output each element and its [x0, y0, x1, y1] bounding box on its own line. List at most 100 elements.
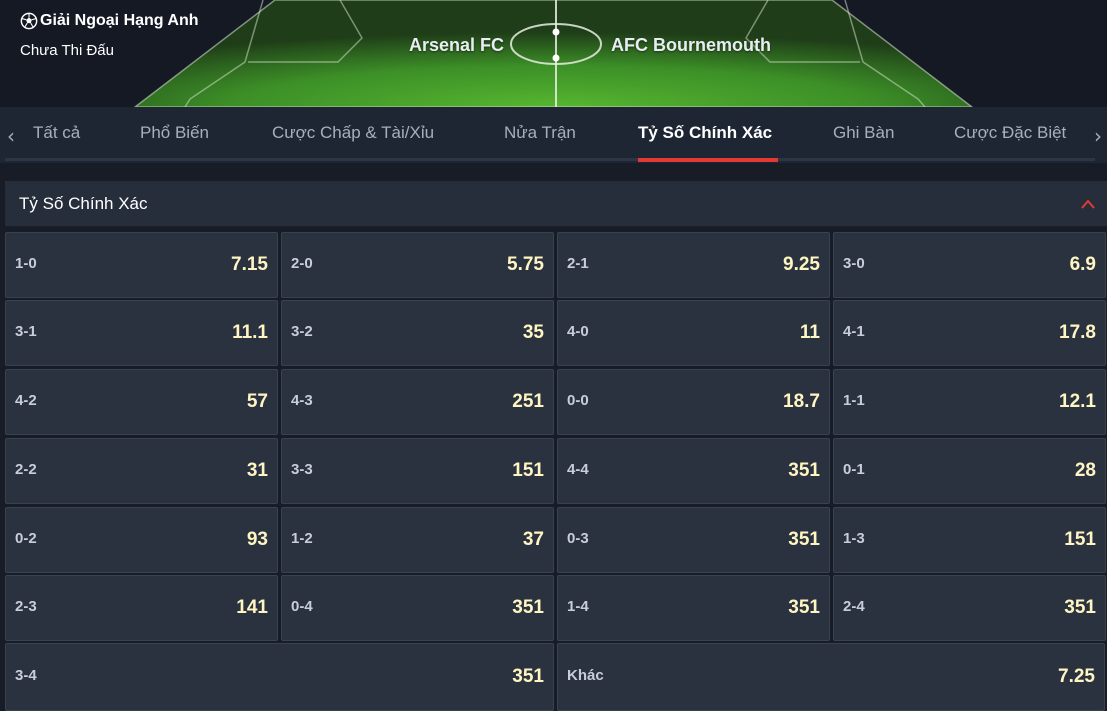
section-title: Tỷ Số Chính Xác: [19, 194, 148, 213]
tab-half-time[interactable]: Nửa Trận: [504, 123, 576, 143]
odds-cell[interactable]: 3-3 151: [281, 438, 554, 504]
score-label: 4-3: [291, 391, 313, 409]
odds-cell[interactable]: 1-4 351: [557, 575, 830, 641]
odds-cell[interactable]: 0-4 351: [281, 575, 554, 641]
odds-price: 93: [246, 529, 268, 550]
score-label: 0-4: [291, 597, 313, 615]
tab-correct-score[interactable]: Tỷ Số Chính Xác: [638, 123, 772, 143]
odds-cell[interactable]: 4-2 57: [5, 369, 278, 435]
odds-cell[interactable]: 3-1 11.1: [5, 300, 278, 366]
chevron-up-icon[interactable]: [1081, 199, 1095, 209]
odds-price: 6.9: [1069, 254, 1096, 275]
league-title: Giải Ngoại Hạng Anh: [20, 12, 199, 30]
odds-cell[interactable]: 0-3 351: [557, 507, 830, 573]
odds-price: 151: [512, 460, 544, 481]
tab-all[interactable]: Tất cả: [33, 123, 80, 143]
odds-cell[interactable]: 4-1 17.8: [833, 300, 1106, 366]
odds-price: 351: [512, 597, 544, 618]
odds-price: 7.15: [231, 254, 268, 275]
score-label: 4-4: [567, 460, 589, 478]
market-tabs: ‹ Tất cả Phổ Biến Cược Chấp & Tài/Xỉu Nử…: [0, 107, 1107, 163]
chevron-right-icon[interactable]: ›: [1094, 124, 1102, 148]
odds-cell[interactable]: Khác 7.25: [557, 643, 1105, 711]
odds-cell[interactable]: 0-2 93: [5, 507, 278, 573]
tab-specials[interactable]: Cược Đặc Biệt: [954, 123, 1066, 143]
odds-cell[interactable]: 3-4 351: [5, 643, 554, 711]
odds-cell[interactable]: 1-1 12.1: [833, 369, 1106, 435]
odds-price: 18.7: [783, 391, 820, 412]
score-label: Khác: [567, 666, 604, 684]
odds-cell[interactable]: 3-2 35: [281, 300, 554, 366]
odds-cell[interactable]: 4-4 351: [557, 438, 830, 504]
odds-price: 351: [1064, 597, 1096, 618]
odds-price: 351: [788, 460, 820, 481]
score-label: 1-0: [15, 254, 37, 272]
score-label: 4-0: [567, 322, 589, 340]
odds-cell[interactable]: 0-0 18.7: [557, 369, 830, 435]
odds-price: 11: [799, 322, 820, 343]
odds-price: 37: [522, 529, 544, 550]
score-label: 2-2: [15, 460, 37, 478]
odds-cell[interactable]: 4-3 251: [281, 369, 554, 435]
odds-cell[interactable]: 2-4 351: [833, 575, 1106, 641]
odds-cell[interactable]: 4-0 11: [557, 300, 830, 366]
score-label: 1-2: [291, 529, 313, 547]
odds-price: 351: [788, 597, 820, 618]
odds-price: 5.75: [507, 254, 544, 275]
away-team-name: AFC Bournemouth: [611, 35, 771, 55]
score-label: 3-4: [15, 666, 37, 684]
odds-price: 251: [512, 391, 544, 412]
league-name: Giải Ngoại Hạng Anh: [40, 12, 199, 29]
odds-cell[interactable]: 2-2 31: [5, 438, 278, 504]
match-status: Chưa Thi Đấu: [20, 42, 114, 59]
odds-price: 141: [236, 597, 268, 618]
odds-cell[interactable]: 2-3 141: [5, 575, 278, 641]
tab-handicap-over-under[interactable]: Cược Chấp & Tài/Xỉu: [272, 123, 434, 143]
odds-cell[interactable]: 2-0 5.75: [281, 232, 554, 298]
odds-price: 9.25: [783, 254, 820, 275]
odds-price: 31: [246, 460, 268, 481]
odds-price: 12.1: [1059, 391, 1096, 412]
correct-score-section-header[interactable]: Tỷ Số Chính Xác: [5, 181, 1107, 227]
score-label: 3-2: [291, 322, 313, 340]
score-label: 2-4: [843, 597, 865, 615]
score-label: 0-0: [567, 391, 589, 409]
score-label: 0-2: [15, 529, 37, 547]
chevron-left-icon[interactable]: ‹: [7, 124, 15, 148]
score-label: 2-3: [15, 597, 37, 615]
score-label: 1-1: [843, 391, 865, 409]
odds-price: 151: [1064, 529, 1096, 550]
soccer-ball-icon: [20, 12, 38, 30]
odds-price: 351: [512, 666, 544, 687]
odds-cell[interactable]: 0-1 28: [833, 438, 1106, 504]
score-label: 4-1: [843, 322, 865, 340]
score-label: 1-4: [567, 597, 589, 615]
tabs-divider: [5, 158, 1095, 161]
odds-cell[interactable]: 2-1 9.25: [557, 232, 830, 298]
score-label: 2-0: [291, 254, 313, 272]
score-label: 4-2: [15, 391, 37, 409]
score-label: 0-1: [843, 460, 865, 478]
active-tab-indicator: [638, 158, 778, 162]
tab-popular[interactable]: Phổ Biến: [140, 123, 209, 143]
odds-price: 7.25: [1058, 666, 1095, 687]
match-header: Giải Ngoại Hạng Anh Chưa Thi Đấu Arsenal…: [0, 0, 1107, 107]
odds-price: 35: [522, 322, 544, 343]
score-label: 3-3: [291, 460, 313, 478]
odds-cell[interactable]: 1-0 7.15: [5, 232, 278, 298]
odds-cell[interactable]: 1-2 37: [281, 507, 554, 573]
odds-price: 351: [788, 529, 820, 550]
odds-price: 17.8: [1059, 322, 1096, 343]
odds-price: 28: [1074, 460, 1096, 481]
score-label: 2-1: [567, 254, 589, 272]
home-team-name: Arsenal FC: [408, 35, 504, 55]
score-label: 3-1: [15, 322, 37, 340]
odds-cell[interactable]: 1-3 151: [833, 507, 1106, 573]
odds-price: 11.1: [232, 322, 268, 343]
odds-price: 57: [246, 391, 268, 412]
score-label: 1-3: [843, 529, 865, 547]
score-label: 3-0: [843, 254, 865, 272]
tab-goalscorer[interactable]: Ghi Bàn: [833, 123, 894, 143]
score-label: 0-3: [567, 529, 589, 547]
odds-cell[interactable]: 3-0 6.9: [833, 232, 1106, 298]
